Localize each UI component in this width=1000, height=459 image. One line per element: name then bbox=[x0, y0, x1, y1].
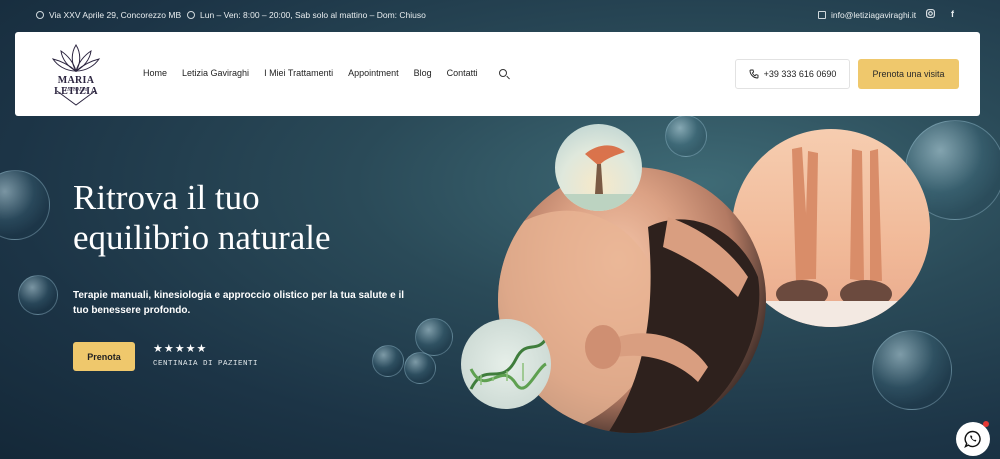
hero-subtitle: Terapie manuali, kinesiologia e approcci… bbox=[73, 290, 405, 316]
nav-trattamenti[interactable]: I Miei Trattamenti bbox=[264, 68, 333, 78]
address-text: Via XXV Aprile 29, Concorezzo MB bbox=[49, 10, 182, 20]
nav-contatti[interactable]: Contatti bbox=[447, 68, 478, 78]
decorative-bubble bbox=[415, 318, 453, 356]
hours-text: Lun – Ven: 8:00 – 20:00, Sab solo al mat… bbox=[200, 10, 426, 20]
nav-home[interactable]: Home bbox=[143, 68, 167, 78]
site-logo[interactable]: MARIA LETIZIA GAVIRAGHI bbox=[35, 41, 117, 107]
nav-blog[interactable]: Blog bbox=[414, 68, 432, 78]
top-bar: Via XXV Aprile 29, Concorezzo MB Lun – V… bbox=[0, 0, 1000, 30]
facebook-icon[interactable]: f bbox=[951, 9, 954, 19]
hero-title: Ritrova il tuo equilibrio naturale bbox=[73, 178, 493, 258]
phone-number: +39 333 616 0690 bbox=[763, 69, 837, 79]
main-nav: Home Letizia Gaviraghi I Miei Trattament… bbox=[143, 68, 478, 78]
mail-icon bbox=[818, 11, 826, 19]
location-icon bbox=[36, 11, 44, 19]
phone-icon bbox=[749, 69, 759, 79]
dna-image bbox=[461, 319, 551, 409]
decorative-bubble bbox=[872, 330, 952, 410]
nav-letizia-gaviraghi[interactable]: Letizia Gaviraghi bbox=[182, 68, 249, 78]
decorative-bubble bbox=[0, 170, 50, 240]
book-visit-button[interactable]: Prenota una visita bbox=[858, 59, 959, 89]
lotus-logo-icon bbox=[51, 44, 101, 106]
rating-stars: ★★★★★ bbox=[153, 343, 208, 355]
decorative-bubble bbox=[404, 352, 436, 384]
dancer-image bbox=[555, 124, 642, 211]
decorative-bubble bbox=[665, 115, 707, 157]
decorative-bubble bbox=[372, 345, 404, 377]
clock-icon bbox=[187, 11, 195, 19]
phone-button[interactable]: +39 333 616 0690 bbox=[735, 59, 850, 89]
logo-subtext: GAVIRAGHI bbox=[64, 87, 88, 92]
notification-dot bbox=[983, 421, 989, 427]
logo-text: MARIA LETIZIA bbox=[54, 75, 98, 97]
address-info: Via XXV Aprile 29, Concorezzo MB bbox=[36, 10, 181, 20]
nav-appointment[interactable]: Appointment bbox=[348, 68, 399, 78]
main-header: MARIA LETIZIA GAVIRAGHI Home Letizia Gav… bbox=[15, 32, 980, 116]
email-text: info@letiziagaviraghi.it bbox=[831, 10, 917, 20]
book-button[interactable]: Prenota bbox=[73, 342, 135, 371]
email-link[interactable]: info@letiziagaviraghi.it bbox=[818, 10, 916, 20]
hero-title-line2: equilibrio naturale bbox=[73, 218, 331, 257]
whatsapp-icon bbox=[964, 430, 981, 448]
rating-label: CENTINAIA DI PAZIENTI bbox=[153, 360, 259, 368]
decorative-bubble bbox=[18, 275, 58, 315]
search-icon[interactable] bbox=[499, 69, 507, 77]
instagram-icon[interactable] bbox=[926, 9, 935, 20]
hero-title-line1: Ritrova il tuo bbox=[73, 178, 260, 217]
hours-info: Lun – Ven: 8:00 – 20:00, Sab solo al mat… bbox=[187, 10, 426, 20]
whatsapp-button[interactable] bbox=[956, 422, 990, 456]
